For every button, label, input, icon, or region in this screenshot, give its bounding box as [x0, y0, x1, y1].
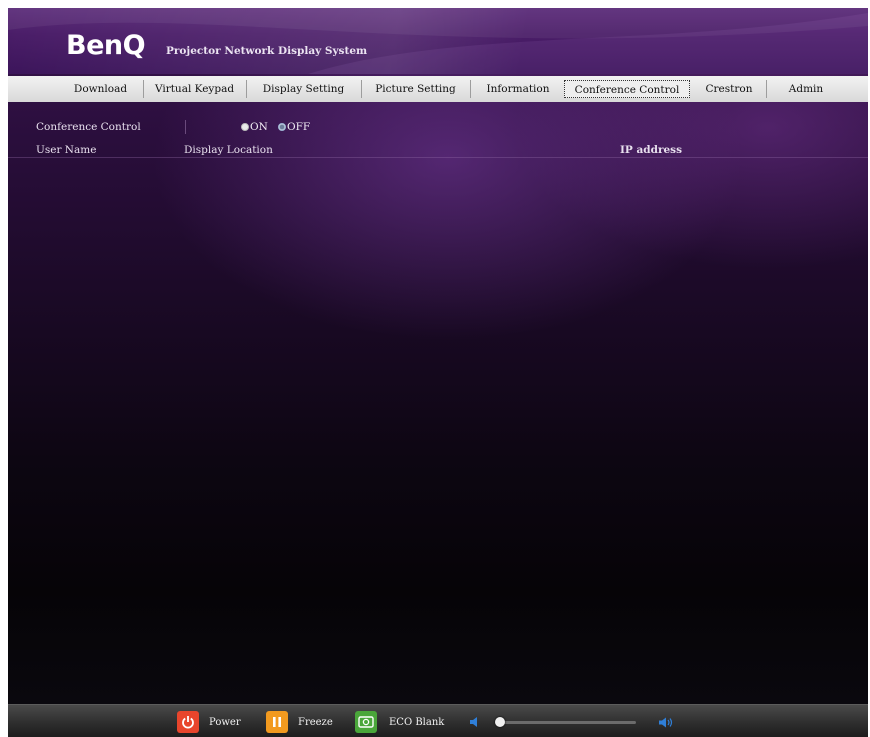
power-label[interactable]: Power	[209, 717, 241, 728]
tab-information[interactable]: Information	[470, 80, 567, 98]
volume-down-icon[interactable]	[469, 717, 479, 727]
eco-blank-button[interactable]	[355, 711, 377, 733]
column-display-location: Display Location	[184, 144, 273, 156]
freeze-button[interactable]	[266, 711, 288, 733]
divider	[185, 120, 186, 134]
tab-admin[interactable]: Admin	[766, 80, 846, 98]
conference-on-label[interactable]: ON	[250, 121, 268, 133]
tab-picture-setting[interactable]: Picture Setting	[361, 80, 471, 98]
system-title: Projector Network Display System	[166, 45, 368, 57]
bottom-control-bar: Power Freeze ECO Blank	[8, 704, 868, 737]
benq-logo: BenQ	[66, 30, 146, 61]
table-header-divider	[8, 157, 868, 158]
pause-icon	[273, 717, 281, 727]
eco-blank-icon	[358, 716, 374, 728]
tab-conference-control[interactable]: Conference Control	[564, 80, 690, 98]
app-frame: BenQ Projector Network Display System Do…	[8, 8, 868, 737]
volume-up-icon[interactable]	[658, 717, 674, 728]
tab-display-setting[interactable]: Display Setting	[246, 80, 362, 98]
conference-control-label: Conference Control	[36, 121, 141, 133]
freeze-label[interactable]: Freeze	[298, 717, 333, 728]
volume-slider-knob[interactable]	[495, 717, 506, 727]
volume-slider-track[interactable]	[496, 721, 636, 724]
tab-crestron[interactable]: Crestron	[692, 80, 767, 98]
power-button[interactable]	[177, 711, 199, 733]
column-user-name: User Name	[36, 144, 97, 156]
tab-download[interactable]: Download	[58, 80, 144, 98]
conference-on-radio[interactable]	[241, 123, 249, 131]
tab-bar: Download Virtual Keypad Display Setting …	[8, 76, 868, 102]
power-icon	[182, 716, 194, 729]
eco-blank-label[interactable]: ECO Blank	[389, 717, 444, 728]
header: BenQ Projector Network Display System	[8, 8, 868, 74]
column-ip-address: IP address	[620, 144, 682, 156]
conference-off-radio[interactable]	[278, 123, 286, 131]
tab-virtual-keypad[interactable]: Virtual Keypad	[143, 80, 247, 98]
conference-off-label[interactable]: OFF	[287, 121, 310, 133]
